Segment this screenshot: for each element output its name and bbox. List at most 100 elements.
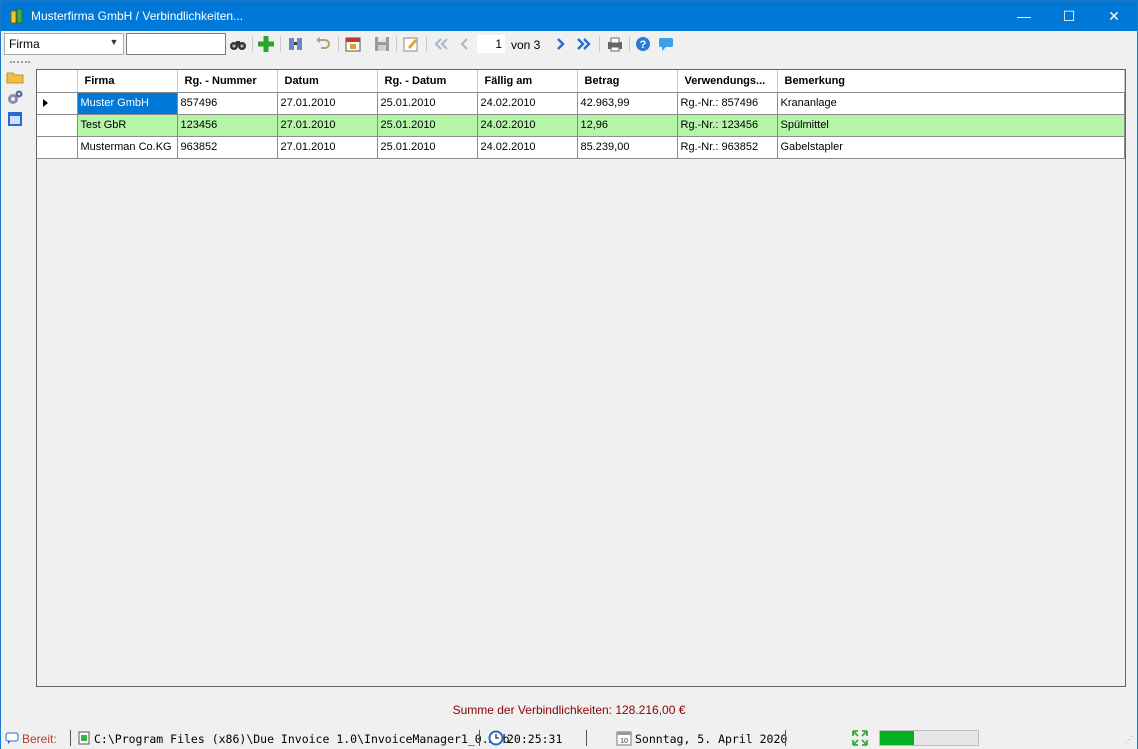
cell-faellig-am[interactable]: 24.02.2010 [477,114,578,137]
column-header-rg-nummer[interactable]: Rg. - Nummer [177,70,278,93]
clock-icon [488,730,504,749]
save-icon[interactable] [373,35,391,53]
svg-text:10: 10 [620,738,628,745]
status-comment-icon [5,731,19,748]
progress-fill [880,731,915,745]
column-header-faellig-am[interactable]: Fällig am [477,70,578,93]
cell-betrag[interactable]: 42.963,99 [577,92,678,115]
invoice-table: Firma Rg. - Nummer Datum Rg. - Datum Fäl… [37,70,1125,159]
column-header-rg-datum[interactable]: Rg. - Datum [377,70,478,93]
current-row-arrow-icon [43,99,48,107]
status-date: Sonntag, 5. April 2020 [635,732,788,746]
maximize-button[interactable]: ☐ [1046,1,1092,31]
corner-header [37,70,78,93]
add-icon[interactable] [257,35,275,53]
chevron-down-icon[interactable]: ▼ [107,37,121,51]
table-row[interactable]: Musterman Co.KG 963852 27.01.2010 25.01.… [37,136,1125,159]
cell-firma[interactable]: Musterman Co.KG [77,136,178,159]
cell-faellig-am[interactable]: 24.02.2010 [477,136,578,159]
cell-rg-nummer[interactable]: 123456 [177,114,278,137]
status-separator [785,730,786,746]
toolbar-separator [396,36,397,52]
page-number-input[interactable]: 1 [477,35,505,53]
cell-firma[interactable]: Muster GmbH [77,92,178,115]
cell-rg-nummer[interactable]: 857496 [177,92,278,115]
toolbar-separator [599,36,600,52]
app-window: Musterfirma GmbH / Verbindlichkeiten... … [0,0,1138,749]
cell-datum[interactable]: 27.01.2010 [277,136,378,159]
status-text: Bereit: [22,732,57,746]
cell-rg-datum[interactable]: 25.01.2010 [377,136,478,159]
status-separator [586,730,587,746]
calendar-icon[interactable] [344,35,362,53]
page-count-label: von 3 [511,38,541,52]
prev-page-icon[interactable] [455,35,473,53]
fullscreen-icon[interactable] [851,729,869,749]
filter-field-select[interactable]: Firma ▼ [4,33,124,55]
toolbar-separator [338,36,339,52]
cell-firma[interactable]: Test GbR [77,114,178,137]
cell-rg-datum[interactable]: 25.01.2010 [377,114,478,137]
date-calendar-icon: 10 [616,730,632,749]
invoice-grid[interactable]: Firma Rg. - Nummer Datum Rg. - Datum Fäl… [36,69,1126,687]
row-header[interactable] [37,136,78,159]
column-header-datum[interactable]: Datum [277,70,378,93]
folder-icon[interactable] [6,68,24,86]
sidebar-grip[interactable] [10,61,30,65]
window-title: Musterfirma GmbH / Verbindlichkeiten... [31,9,244,23]
cell-betrag[interactable]: 85.239,00 [577,136,678,159]
toolbar-separator [252,36,253,52]
row-header[interactable] [37,114,78,137]
cell-datum[interactable]: 27.01.2010 [277,92,378,115]
header-row: Firma Rg. - Nummer Datum Rg. - Datum Fäl… [37,70,1125,93]
database-path: C:\Program Files (x86)\Due Invoice 1.0\I… [94,732,510,746]
column-header-firma[interactable]: Firma [77,70,178,93]
next-page-icon[interactable] [552,35,570,53]
cell-verwendungszweck[interactable]: Rg.-Nr.: 857496 [677,92,778,115]
column-header-bemerkung[interactable]: Bemerkung [777,70,1125,93]
table-row[interactable]: Test GbR 123456 27.01.2010 25.01.2010 24… [37,114,1125,137]
cell-datum[interactable]: 27.01.2010 [277,114,378,137]
toolbar-separator [426,36,427,52]
cell-bemerkung[interactable]: Spülmittel [777,114,1125,137]
resize-grip-icon[interactable]: ⋰ [1125,735,1133,744]
progress-bar [879,730,979,746]
cell-betrag[interactable]: 12,96 [577,114,678,137]
toolbar-separator [629,36,630,52]
status-separator [479,730,480,746]
svg-text:?: ? [640,39,647,51]
title-bar: Musterfirma GmbH / Verbindlichkeiten... … [1,1,1137,31]
cell-verwendungszweck[interactable]: Rg.-Nr.: 963852 [677,136,778,159]
find-icon[interactable] [287,35,305,53]
table-row[interactable]: Muster GmbH 857496 27.01.2010 25.01.2010… [37,92,1125,115]
cell-bemerkung[interactable]: Krananlage [777,92,1125,115]
edit-icon[interactable] [402,35,420,53]
undo-icon[interactable] [314,35,332,53]
comment-icon[interactable] [657,35,675,53]
close-button[interactable]: ✕ [1091,1,1137,31]
column-header-verwendungszweck[interactable]: Verwendungs... [677,70,778,93]
search-input[interactable] [126,33,226,55]
last-page-icon[interactable] [575,35,593,53]
status-separator [70,730,71,746]
database-icon [77,731,91,748]
settings-icon[interactable] [6,89,24,107]
window-icon[interactable] [6,110,24,128]
cell-rg-nummer[interactable]: 963852 [177,136,278,159]
cell-rg-datum[interactable]: 25.01.2010 [377,92,478,115]
print-icon[interactable] [606,35,624,53]
help-icon[interactable]: ? [634,35,652,53]
cell-faellig-am[interactable]: 24.02.2010 [477,92,578,115]
toolbar: Firma ▼ 1 von 3 ? [1,31,1137,57]
cell-bemerkung[interactable]: Gabelstapler [777,136,1125,159]
binoculars-icon[interactable] [229,35,247,53]
app-icon [10,8,23,24]
row-header[interactable] [37,92,78,115]
first-page-icon[interactable] [432,35,450,53]
total-liabilities: Summe der Verbindlichkeiten: 128.216,00 … [452,703,686,717]
toolbar-separator [280,36,281,52]
minimize-button[interactable]: — [1001,1,1047,31]
column-header-betrag[interactable]: Betrag [577,70,678,93]
cell-verwendungszweck[interactable]: Rg.-Nr.: 123456 [677,114,778,137]
filter-field-value: Firma [9,37,40,51]
